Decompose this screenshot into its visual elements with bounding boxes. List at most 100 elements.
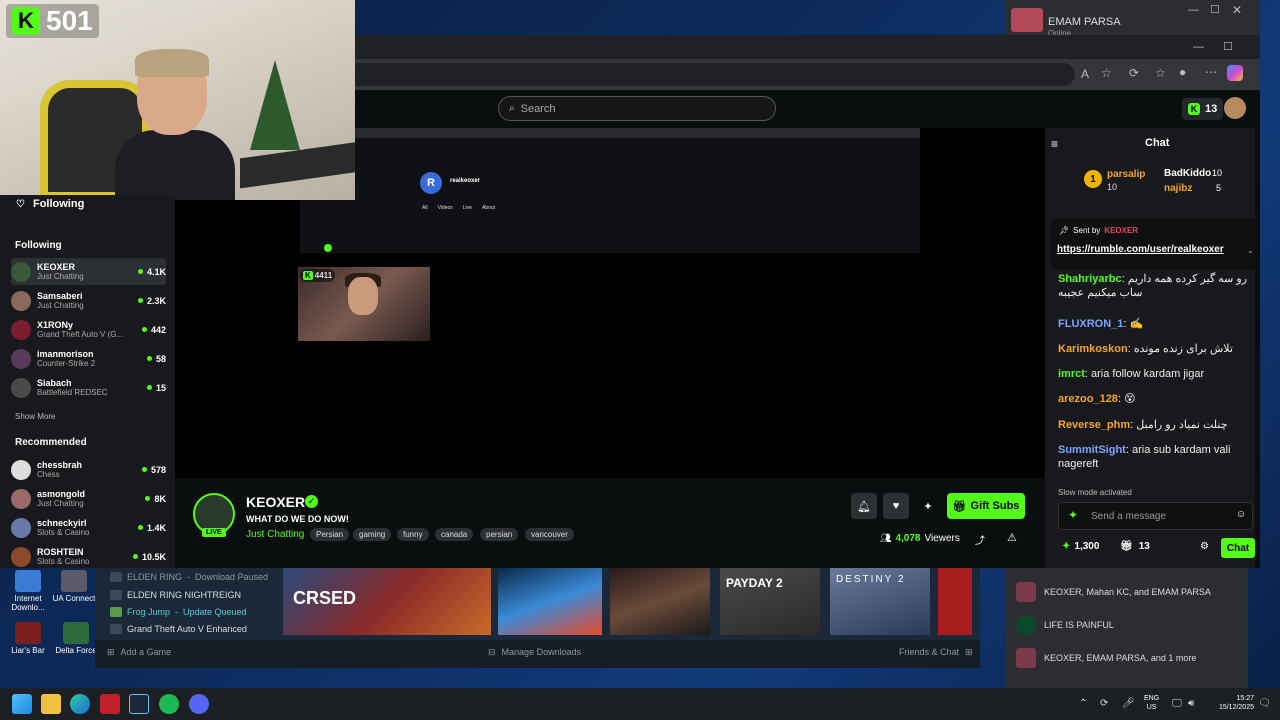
game-tile[interactable]: [938, 568, 972, 635]
game-tile-destiny2[interactable]: DESTINY 2: [830, 568, 930, 635]
game-tile[interactable]: [610, 568, 710, 635]
chat-username[interactable]: Reverse_phm: [1058, 419, 1130, 431]
sidebar-item-schneckyirl[interactable]: schneckyirl Slots & Casino 1.4K: [11, 514, 166, 541]
tag-pill[interactable]: persian: [480, 528, 519, 541]
chat-username[interactable]: arezoo_128: [1058, 393, 1118, 405]
send-chat-button[interactable]: Chat: [1221, 538, 1255, 558]
microphone-icon[interactable]: 🎤︎: [1122, 698, 1135, 709]
sidebar-item-keoxer[interactable]: KEOXER Just Chatting 4.1K: [11, 258, 166, 285]
gifter-name[interactable]: parsalip: [1107, 169, 1145, 180]
dm-item[interactable]: KEOXER, EMAM PARSA, and 1 more: [1016, 648, 1196, 668]
chat-username[interactable]: SummitSight: [1058, 444, 1126, 456]
steam-download-row[interactable]: Grand Theft Auto V Enhanced: [110, 624, 247, 634]
follow-button[interactable]: ♥: [883, 493, 909, 519]
close-icon[interactable]: ✕: [1232, 3, 1242, 17]
steam-icon[interactable]: [129, 694, 149, 714]
notification-bell-button[interactable]: 🔔︎: [851, 493, 877, 519]
search-input[interactable]: Search: [521, 103, 556, 115]
steam-download-row[interactable]: Frog Jump - Update Queued: [110, 607, 247, 617]
windows-start-icon[interactable]: [12, 694, 32, 714]
edge-browser-icon[interactable]: [70, 694, 90, 714]
pinned-link[interactable]: https://rumble.com/user/realkeoxer: [1057, 244, 1224, 255]
tag-pill[interactable]: vancouver: [525, 528, 574, 541]
live-dot-icon: [141, 327, 147, 332]
manage-downloads-button[interactable]: ⊟ Manage Downloads: [488, 647, 581, 658]
game-tile[interactable]: [498, 568, 602, 635]
chat-username[interactable]: Karimkoskon: [1058, 343, 1128, 355]
chat-username[interactable]: Shahriyarbc: [1058, 273, 1122, 285]
stream-category-link[interactable]: Just Chatting: [246, 529, 304, 540]
sidebar-item-siabach[interactable]: Siabach Battlefield REDSEC 15: [11, 374, 166, 401]
tag-pill[interactable]: Persian: [310, 528, 350, 541]
steam-download-row[interactable]: ELDEN RING NIGHTREIGN: [110, 590, 241, 600]
address-bar[interactable]: [355, 63, 1075, 86]
network-icon[interactable]: 🖵︎: [1172, 698, 1182, 709]
more-menu-icon[interactable]: ⋯: [1205, 65, 1217, 79]
sync-icon[interactable]: ⟳: [1100, 698, 1108, 709]
clock[interactable]: 15:27 15/12/2025: [1206, 694, 1254, 712]
game-tile-payday2[interactable]: PAYDAY 2: [720, 568, 820, 635]
avatar: [11, 517, 31, 538]
channel-points[interactable]: ✦ 1,300: [1062, 541, 1099, 552]
copilot-icon[interactable]: [1227, 65, 1243, 81]
profile-icon[interactable]: ●: [1179, 65, 1186, 79]
favorites-icon[interactable]: ☆: [1155, 66, 1166, 80]
maximize-icon[interactable]: ☐: [1210, 3, 1220, 16]
sidebar-item-chessbrah[interactable]: chessbrah Chess 578: [11, 456, 166, 483]
gift-subs-button[interactable]: 🎁︎ Gift Subs: [947, 493, 1025, 519]
friends-chat-button[interactable]: Friends & Chat ⊞: [899, 647, 973, 658]
language-indicator[interactable]: ENG US: [1144, 694, 1159, 712]
chat-username[interactable]: FLUXRON_1: [1058, 318, 1123, 330]
kick-points-badge[interactable]: K 13: [1182, 98, 1224, 120]
volume-icon[interactable]: 🔊︎: [1188, 698, 1194, 709]
settings-gear-icon[interactable]: ⚙: [1200, 541, 1209, 552]
spotify-icon[interactable]: [159, 694, 179, 714]
add-game-button[interactable]: ⊞ Add a Game: [107, 647, 171, 658]
collapse-chat-icon[interactable]: ≡: [1051, 137, 1058, 151]
gift-count[interactable]: 🎁︎ 13: [1120, 541, 1150, 552]
dm-item[interactable]: KEOXER, Mahan KC, and EMAM PARSA: [1016, 582, 1211, 602]
steam-download-row[interactable]: ELDEN RING - Download Paused: [110, 572, 268, 582]
dm-item[interactable]: LIFE IS PAINFUL: [1016, 615, 1114, 635]
chevron-down-icon[interactable]: ⌄: [1247, 246, 1254, 255]
favorite-star-icon[interactable]: ☆: [1101, 66, 1112, 80]
extensions-icon[interactable]: ⟳: [1129, 66, 1139, 80]
sidebar-item-x1rony[interactable]: X1RONy Grand Theft Auto V (G... 442: [11, 316, 166, 343]
inner-tabs: All Videos Live About: [422, 205, 495, 211]
system-tray-chevron-icon[interactable]: ⌃: [1079, 698, 1087, 709]
tag-pill[interactable]: funny: [397, 528, 429, 541]
tag-pill[interactable]: canada: [435, 528, 474, 541]
browser-maximize-icon[interactable]: ☐: [1223, 40, 1233, 53]
obs-app-icon[interactable]: [100, 694, 120, 714]
emoji-picker-icon[interactable]: ☺: [1236, 509, 1246, 520]
show-more-link[interactable]: Show More: [15, 412, 55, 421]
sidebar-item-samsaberi[interactable]: Samsaberi Just Chatting 2.3K: [11, 287, 166, 314]
user-avatar[interactable]: [1224, 97, 1246, 119]
gifter-name[interactable]: BadKiddo: [1164, 168, 1211, 179]
share-icon[interactable]: ⤴: [975, 532, 985, 547]
notifications-icon[interactable]: 🗨︎: [1258, 698, 1271, 709]
chat-username[interactable]: imrct: [1058, 368, 1085, 380]
desktop-icon-ua[interactable]: UA Connect: [46, 570, 102, 603]
read-aloud-icon[interactable]: A: [1081, 67, 1089, 81]
browser-minimize-icon[interactable]: —: [1193, 41, 1204, 53]
sidebar-item-imanmorison[interactable]: imanmorison Counter-Strike 2 58: [11, 345, 166, 372]
viewer-count-value: 2.3K: [146, 295, 166, 306]
gifter-name[interactable]: najibz: [1164, 183, 1192, 194]
clip-button[interactable]: ✦: [915, 493, 941, 519]
tag-pill[interactable]: gaming: [353, 528, 392, 541]
file-explorer-icon[interactable]: [41, 694, 61, 714]
sidebar-item-asmongold[interactable]: asmongold Just Chatting 8K: [11, 485, 166, 512]
game-tile-crsed[interactable]: CRSED: [283, 568, 491, 635]
chat-input[interactable]: Send a message: [1058, 502, 1253, 530]
dm-label: LIFE IS PAINFUL: [1044, 620, 1114, 630]
report-icon[interactable]: ⚠: [1007, 531, 1017, 544]
channel-name[interactable]: KEOXER: [246, 494, 305, 510]
sidebar-following-header[interactable]: ♡ Following: [16, 198, 84, 210]
live-dot-icon: [145, 496, 151, 501]
discord-icon[interactable]: [189, 694, 209, 714]
channel-category: Battlefield REDSEC: [37, 388, 108, 397]
minimize-icon[interactable]: —: [1188, 4, 1199, 16]
sidebar-item-roshtein[interactable]: ROSHTEIN Slots & Casino 10.5K: [11, 543, 166, 570]
search-bar[interactable]: ⌕ Search: [498, 96, 776, 121]
